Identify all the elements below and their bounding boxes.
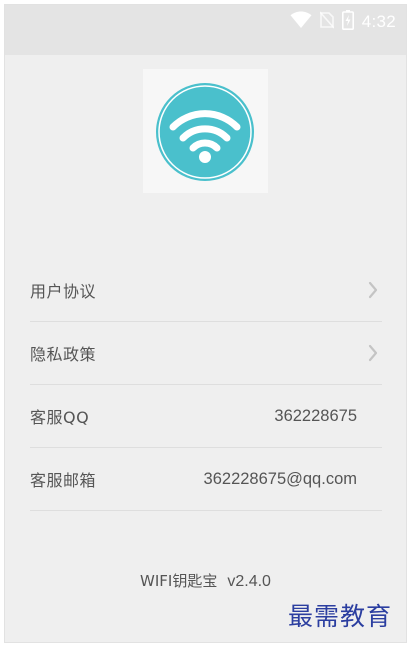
app-logo — [143, 69, 268, 193]
version-number: v2.4.0 — [227, 573, 271, 590]
menu-item-customer-service-email[interactable]: 客服邮箱 362228675@qq.com — [30, 448, 382, 511]
app-version: WIFI钥匙宝 v2.4.0 — [5, 570, 406, 591]
qq-number: 362228675 — [274, 406, 357, 425]
no-sim-icon — [319, 11, 335, 33]
wifi-icon — [290, 11, 312, 33]
settings-menu: 用户协议 隐私政策 客服QQ 362228675 客服邮箱 362228675@… — [30, 259, 382, 511]
app-name: WIFI钥匙宝 — [140, 572, 218, 590]
menu-item-label: 用户协议 — [30, 282, 97, 301]
chevron-right-icon — [368, 344, 378, 362]
menu-item-privacy-policy[interactable]: 隐私政策 — [30, 322, 382, 385]
chevron-right-icon — [368, 281, 378, 299]
status-time: 4:32 — [361, 12, 396, 31]
menu-item-label: 客服QQ — [30, 408, 90, 427]
watermark: 最需教育 — [288, 602, 393, 631]
email-address: 362228675@qq.com — [203, 469, 357, 488]
status-bar: 4:32 — [5, 5, 406, 55]
menu-item-label: 隐私政策 — [30, 345, 97, 364]
app-screen: 4:32 用户协议 隐私政策 客服QQ 362228675 客服邮箱 36222… — [4, 4, 407, 643]
menu-item-label: 客服邮箱 — [30, 471, 97, 490]
menu-item-customer-service-qq[interactable]: 客服QQ 362228675 — [30, 385, 382, 448]
menu-item-user-agreement[interactable]: 用户协议 — [30, 259, 382, 322]
battery-charging-icon — [341, 10, 354, 34]
